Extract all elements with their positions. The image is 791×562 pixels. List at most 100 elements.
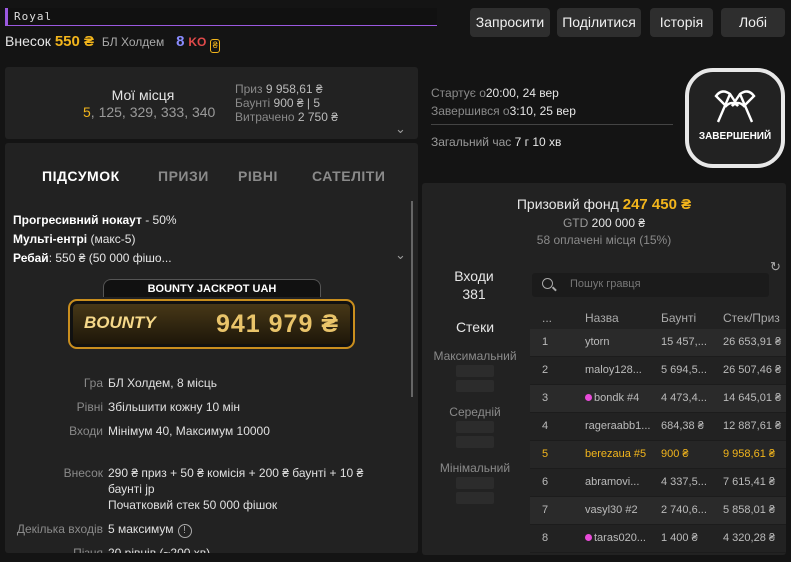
detail-value: Початковий стек 50 000 фішок <box>108 498 278 512</box>
cell-stack: 26 507,46 ₴ <box>723 364 782 376</box>
table-row[interactable]: 4 rageraabb1... 684,38 ₴ 12 887,61 ₴ <box>530 413 786 441</box>
stacks-label: Стеки <box>455 319 495 335</box>
stack-avg-placeholder <box>456 436 494 448</box>
cell-name: maloy128... <box>585 364 642 376</box>
entries: Входи 381 <box>430 267 518 303</box>
col-header-pos[interactable]: ... <box>542 311 562 325</box>
cell-stack: 26 653,91 ₴ <box>723 336 782 348</box>
game-type: БЛ Холдем <box>101 35 165 49</box>
detail-key: Рівні <box>76 400 103 414</box>
cell-name: taras020... <box>585 532 655 544</box>
table-row[interactable]: 3 bondk #4 4 473,4... 14 645,01 ₴ <box>530 385 786 413</box>
jackpot-title: BOUNTY JACKPOT UAH <box>103 279 321 297</box>
rule-label: Мульті-ентрі <box>13 232 88 246</box>
table-row-own[interactable]: 5 berezaua #5 900 ₴ 9 958,61 ₴ <box>530 441 786 469</box>
search-input[interactable]: Пошук гравця <box>532 273 769 297</box>
ko-label: KO <box>188 35 207 49</box>
bounty-key: Баунті <box>235 96 271 110</box>
cell-stack: 4 320,28 ₴ <box>723 532 775 544</box>
buyin-amount: 550 ₴ <box>54 33 95 50</box>
my-places-label: Мої місця <box>111 87 175 103</box>
share-button[interactable]: Поділитися <box>557 8 641 37</box>
cell-bounty: 4 337,5... <box>661 476 707 488</box>
my-places-rest: , 125, 329, 333, 340 <box>90 104 216 120</box>
ko-count: 8 <box>176 33 185 50</box>
cell-stack: 9 958,61 ₴ <box>723 448 775 460</box>
cell-name-text: bondk #4 <box>594 392 640 404</box>
table-row[interactable]: 6 abramovi... 4 337,5... 7 615,41 ₴ <box>530 469 786 497</box>
cell-name: vasyl30 #2 <box>585 504 638 516</box>
my-places-panel: Мої місця 5, 125, 329, 333, 340 Приз 9 9… <box>5 67 418 139</box>
detail-key: Входи <box>69 424 103 438</box>
detail-value: БЛ Холдем, 8 місць <box>108 376 218 390</box>
table-row[interactable]: 2 maloy128... 5 694,5... 26 507,46 ₴ <box>530 357 786 385</box>
cell-pos: 3 <box>542 392 549 404</box>
table-row[interactable]: 1 ytorn 15 457,... 26 653,91 ₴ <box>530 329 786 357</box>
rule-value: - 50% <box>141 213 177 227</box>
bounty-jackpot-banner: BOUNTY JACKPOT UAH BOUNTY 941 979 ₴ <box>68 279 355 349</box>
buyin-label: Внесок <box>5 33 51 49</box>
jackpot-amount: 941 979 ₴ <box>216 310 339 338</box>
search-placeholder: Пошук гравця <box>570 278 641 290</box>
scrollbar[interactable] <box>411 201 413 397</box>
cell-name: berezaua #5 <box>585 448 647 460</box>
tab-satellites[interactable]: САТЕЛІТИ <box>312 168 385 184</box>
cell-name: abramovi... <box>585 476 640 488</box>
my-place-first: 5 <box>83 104 91 120</box>
cell-name: ytorn <box>585 336 610 348</box>
detail-key: Гра <box>83 376 103 390</box>
stack-max-placeholder <box>456 365 494 377</box>
info-icon[interactable]: ! <box>177 524 192 538</box>
chevron-down-icon[interactable]: ⌄ <box>395 121 406 137</box>
cell-pos: 4 <box>542 420 549 432</box>
bounty-token-icon: ₴ <box>210 39 221 53</box>
rule-label: Прогресивний нокаут <box>13 213 142 227</box>
lobby-button[interactable]: Лобі <box>721 8 785 37</box>
end-value: 3:10, 25 вер <box>509 104 576 118</box>
col-header-stack[interactable]: Стек/Приз <box>723 311 786 325</box>
cell-pos: 8 <box>542 532 549 544</box>
gtd-key: GTD <box>562 216 589 230</box>
start-value: 20:00, 24 вер <box>485 86 559 100</box>
multi-entry-value: 5 максимум <box>108 522 174 536</box>
chevron-down-icon[interactable]: ⌄ <box>395 247 406 263</box>
gtd-value: 200 000 ₴ <box>591 216 646 230</box>
tab-levels[interactable]: РІВНІ <box>238 168 278 184</box>
history-button[interactable]: Історія <box>650 8 713 37</box>
title-bar: Royal <box>5 8 437 26</box>
col-header-name[interactable]: Назва <box>585 311 655 325</box>
cell-bounty: 4 473,4... <box>661 392 707 404</box>
stack-max-label: Максимальний <box>433 349 517 363</box>
refresh-icon[interactable]: ↻ <box>770 259 781 275</box>
players-table: ... Назва Баунті Стек/Приз 1 ytorn 15 457,… <box>530 305 786 553</box>
entries-count: 381 <box>462 286 486 302</box>
prize-fund-amount: 247 450 ₴ <box>622 196 692 213</box>
status-badge: ЗАВЕРШЕНИЙ <box>698 131 772 142</box>
tab-summary[interactable]: ПІДСУМОК <box>42 168 120 184</box>
detail-key: Декілька входів <box>16 522 103 536</box>
detail-value: Мінімум 40, Максимум 10000 <box>108 424 270 438</box>
tab-prizes[interactable]: ПРИЗИ <box>158 168 209 184</box>
stack-max-placeholder <box>456 380 494 392</box>
table-body: 1 ytorn 15 457,... 26 653,91 ₴ 2 maloy128...… <box>530 329 786 553</box>
col-header-bounty[interactable]: Баунті <box>661 311 718 325</box>
detail-key: Пізня <box>73 546 103 553</box>
table-row[interactable]: 7 vasyl30 #2 2 740,6... 5 858,01 ₴ <box>530 497 786 525</box>
detail-value: 5 максимум! <box>108 521 398 538</box>
cell-bounty: 900 ₴ <box>661 448 689 460</box>
jackpot-body: BOUNTY 941 979 ₴ <box>68 299 355 349</box>
table-row[interactable]: 8 taras020... 1 400 ₴ 4 320,28 ₴ <box>530 525 786 553</box>
divider <box>431 124 673 125</box>
cell-stack: 12 887,61 ₴ <box>723 420 782 432</box>
total-value: 7 г 10 хв <box>514 135 562 149</box>
entries-label: Входи <box>454 268 494 284</box>
cell-stack: 7 615,41 ₴ <box>723 476 775 488</box>
checkered-flags-icon <box>714 90 756 123</box>
bounty-value: 900 ₴ | 5 <box>273 96 321 110</box>
cell-stack: 14 645,01 ₴ <box>723 392 782 404</box>
register-button[interactable]: Запросити <box>470 8 550 37</box>
rule-value: (макс-5) <box>87 232 136 246</box>
table-header: ... Назва Баунті Стек/Приз <box>530 305 786 329</box>
cell-pos: 1 <box>542 336 549 348</box>
cell-bounty: 1 400 ₴ <box>661 532 698 544</box>
